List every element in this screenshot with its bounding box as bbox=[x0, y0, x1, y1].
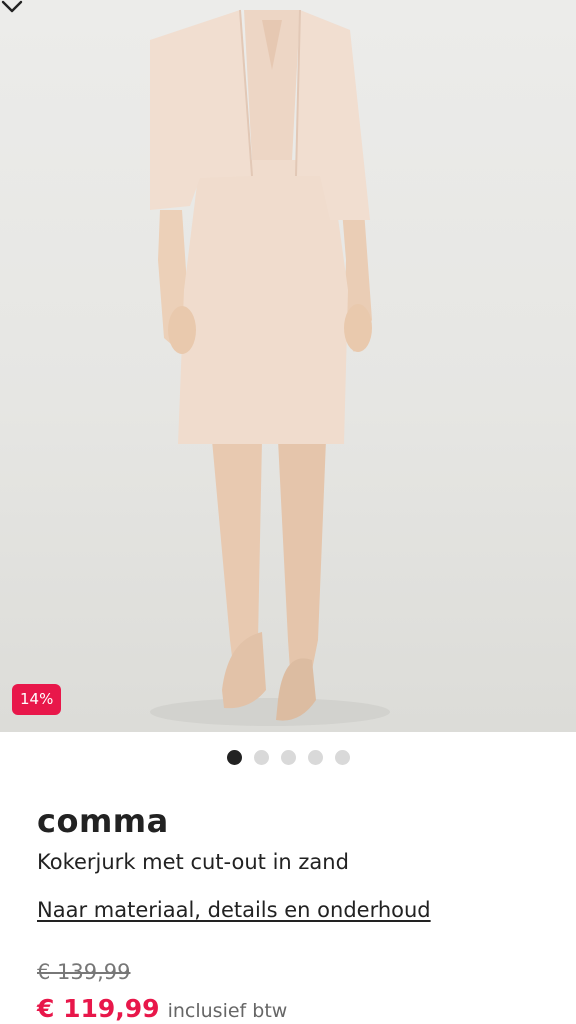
pagination-dot-5[interactable] bbox=[334, 750, 350, 765]
pagination-dot-3[interactable] bbox=[280, 750, 296, 765]
image-pagination[interactable] bbox=[0, 750, 576, 765]
pagination-dot-1[interactable] bbox=[226, 750, 242, 765]
product-title: Kokerjurk met cut-out in zand bbox=[37, 850, 349, 874]
details-link[interactable]: Naar materiaal, details en onderhoud bbox=[37, 898, 431, 922]
price-note: inclusief btw bbox=[167, 1000, 288, 1022]
chevron-down-icon[interactable] bbox=[0, 0, 24, 16]
brand-name[interactable]: comma bbox=[37, 802, 169, 840]
pagination-dot-2[interactable] bbox=[253, 750, 269, 765]
old-price: € 139,99 bbox=[37, 960, 131, 984]
pagination-dot-4[interactable] bbox=[307, 750, 323, 765]
product-image[interactable]: 14% bbox=[0, 0, 576, 732]
price-row: € 119,99 inclusief btw bbox=[37, 994, 287, 1023]
product-photo-illustration bbox=[150, 9, 390, 726]
discount-badge: 14% bbox=[12, 684, 62, 715]
current-price: € 119,99 bbox=[37, 994, 160, 1023]
